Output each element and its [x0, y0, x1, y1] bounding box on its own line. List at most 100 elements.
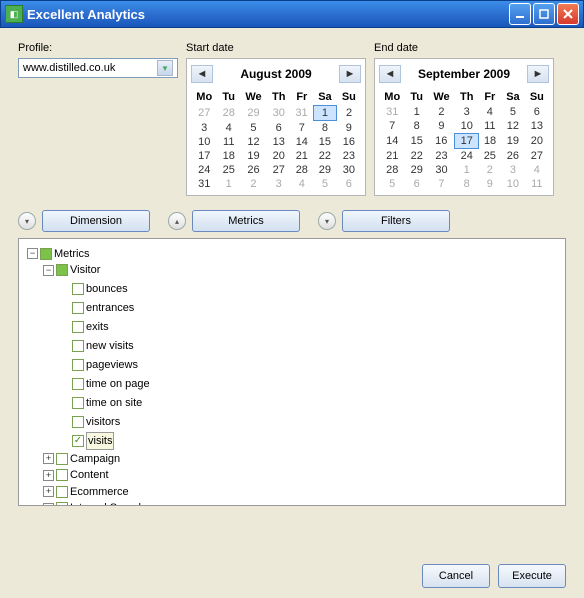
next-month-button[interactable]: ►: [527, 65, 549, 83]
calendar-day[interactable]: 11: [478, 119, 501, 134]
calendar-day[interactable]: 24: [455, 149, 479, 164]
tree-category-label[interactable]: Ecommerce: [70, 484, 129, 500]
calendar-day[interactable]: 20: [525, 134, 549, 149]
calendar-day[interactable]: 9: [428, 119, 455, 134]
tree-checkbox[interactable]: [56, 502, 68, 506]
calendar-day[interactable]: 4: [290, 177, 313, 191]
calendar-day[interactable]: 6: [525, 105, 549, 119]
calendar-day[interactable]: 23: [428, 149, 455, 164]
calendar-day[interactable]: 29: [313, 163, 337, 177]
prev-month-button[interactable]: ◄: [379, 65, 401, 83]
calendar-day[interactable]: 8: [455, 177, 479, 191]
calendar-day[interactable]: 3: [501, 163, 525, 177]
tree-expand-icon[interactable]: +: [43, 503, 54, 507]
tree-expand-icon[interactable]: +: [43, 486, 54, 497]
calendar-day[interactable]: 5: [240, 121, 267, 136]
calendar-day[interactable]: 7: [290, 121, 313, 136]
calendar-day[interactable]: 24: [191, 163, 217, 177]
calendar-day[interactable]: 6: [337, 177, 361, 191]
calendar-day[interactable]: 22: [405, 149, 428, 164]
calendar-day[interactable]: 1: [313, 106, 337, 121]
calendar-day[interactable]: 22: [313, 149, 337, 163]
tree-category-label[interactable]: Internal Search: [70, 500, 145, 506]
calendar-day[interactable]: 15: [313, 135, 337, 149]
calendar-day[interactable]: 31: [290, 106, 313, 121]
calendar-day[interactable]: 2: [240, 177, 267, 191]
calendar-day[interactable]: 13: [525, 119, 549, 134]
calendar-day[interactable]: 4: [525, 163, 549, 177]
calendar-day[interactable]: 7: [428, 177, 455, 191]
tree-checkbox[interactable]: [72, 378, 84, 390]
calendar-day[interactable]: 8: [313, 121, 337, 136]
next-month-button[interactable]: ►: [339, 65, 361, 83]
calendar-day[interactable]: 31: [191, 177, 217, 191]
tree-checkbox[interactable]: [72, 397, 84, 409]
calendar-day[interactable]: 30: [428, 163, 455, 177]
calendar-day[interactable]: 1: [405, 105, 428, 119]
calendar-day[interactable]: 4: [478, 105, 501, 119]
tree-item-label[interactable]: new visits: [86, 338, 134, 354]
calendar-day[interactable]: 19: [501, 134, 525, 149]
close-button[interactable]: [557, 3, 579, 25]
cancel-button[interactable]: Cancel: [422, 564, 490, 588]
tree-checkbox[interactable]: [72, 340, 84, 352]
calendar-day[interactable]: 26: [240, 163, 267, 177]
dimension-button[interactable]: Dimension: [42, 210, 150, 232]
calendar-day[interactable]: 26: [501, 149, 525, 164]
calendar-day[interactable]: 3: [455, 105, 479, 119]
calendar-day[interactable]: 12: [240, 135, 267, 149]
calendar-day[interactable]: 28: [290, 163, 313, 177]
calendar-day[interactable]: 18: [217, 149, 240, 163]
tree-checkbox[interactable]: [40, 248, 52, 260]
tree-item-label[interactable]: visitors: [86, 414, 120, 430]
tree-item-label[interactable]: entrances: [86, 300, 134, 316]
calendar-day[interactable]: 21: [290, 149, 313, 163]
calendar-day[interactable]: 21: [379, 149, 405, 164]
calendar-day[interactable]: 16: [337, 135, 361, 149]
calendar-day[interactable]: 14: [379, 134, 405, 149]
tree-checkbox[interactable]: [72, 435, 84, 447]
metrics-button[interactable]: Metrics: [192, 210, 300, 232]
calendar-day[interactable]: 29: [240, 106, 267, 121]
minimize-button[interactable]: [509, 3, 531, 25]
calendar-day[interactable]: 19: [240, 149, 267, 163]
tree-checkbox[interactable]: [56, 264, 68, 276]
calendar-day[interactable]: 10: [191, 135, 217, 149]
calendar-day[interactable]: 11: [525, 177, 549, 191]
calendar-day[interactable]: 10: [455, 119, 479, 134]
calendar-day[interactable]: 31: [379, 105, 405, 119]
tree-category-label[interactable]: Content: [70, 467, 109, 483]
calendar-day[interactable]: 29: [405, 163, 428, 177]
calendar-day[interactable]: 5: [379, 177, 405, 191]
calendar-day[interactable]: 17: [455, 134, 479, 149]
tree-category-label[interactable]: Campaign: [70, 451, 120, 467]
calendar-day[interactable]: 16: [428, 134, 455, 149]
calendar-day[interactable]: 1: [455, 163, 479, 177]
calendar-day[interactable]: 1: [217, 177, 240, 191]
calendar-day[interactable]: 4: [217, 121, 240, 136]
tree-checkbox[interactable]: [72, 416, 84, 428]
calendar-day[interactable]: 27: [191, 106, 217, 121]
tree-expand-icon[interactable]: +: [43, 470, 54, 481]
calendar-day[interactable]: 30: [267, 106, 291, 121]
prev-month-button[interactable]: ◄: [191, 65, 213, 83]
calendar-day[interactable]: 9: [478, 177, 501, 191]
calendar-day[interactable]: 25: [478, 149, 501, 164]
calendar-day[interactable]: 18: [478, 134, 501, 149]
calendar-day[interactable]: 2: [478, 163, 501, 177]
calendar-day[interactable]: 9: [337, 121, 361, 136]
calendar-day[interactable]: 17: [191, 149, 217, 163]
calendar-day[interactable]: 3: [267, 177, 291, 191]
calendar-day[interactable]: 14: [290, 135, 313, 149]
tree-item-label[interactable]: visits: [86, 432, 114, 450]
profile-select[interactable]: www.distilled.co.uk ▼: [18, 58, 178, 78]
calendar-day[interactable]: 28: [217, 106, 240, 121]
calendar-day[interactable]: 6: [405, 177, 428, 191]
metrics-collapse-icon[interactable]: ▴: [168, 212, 186, 230]
execute-button[interactable]: Execute: [498, 564, 566, 588]
calendar-day[interactable]: 2: [428, 105, 455, 119]
tree-checkbox[interactable]: [72, 359, 84, 371]
tree-item-label[interactable]: exits: [86, 319, 109, 335]
calendar-day[interactable]: 3: [191, 121, 217, 136]
tree-item-label[interactable]: pageviews: [86, 357, 138, 373]
